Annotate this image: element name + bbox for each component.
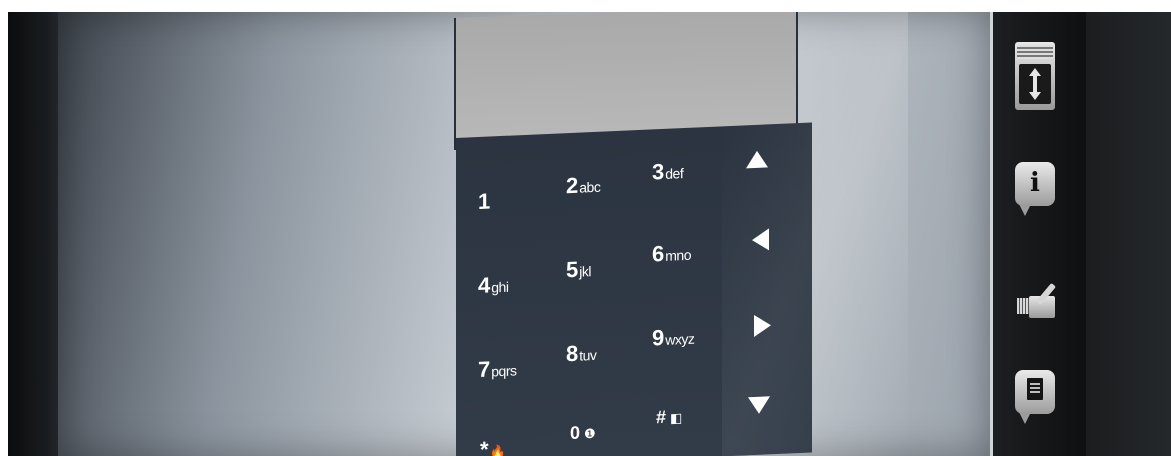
document-icon[interactable]: [1015, 370, 1055, 424]
key-2[interactable]: 2abc: [566, 172, 600, 199]
scroll-icon-inner: [1019, 64, 1051, 104]
arrow-left-button[interactable]: [752, 228, 769, 252]
key-8[interactable]: 8tuv: [566, 340, 596, 367]
key-0[interactable]: 0❶: [570, 422, 595, 444]
camera-lens: [1017, 298, 1029, 314]
right-sidebar: i: [990, 12, 1089, 456]
keypad: 1 2abc 3def 4ghi 5jkl 6mno 7pqrs 8tuv 9w…: [456, 122, 812, 456]
document-glyph: [1027, 378, 1043, 400]
key-4[interactable]: 4ghi: [478, 272, 508, 299]
arrow-down-button[interactable]: [748, 396, 770, 415]
arrow-up-button[interactable]: [746, 150, 768, 169]
key-1[interactable]: 1: [478, 188, 491, 215]
info-icon[interactable]: i: [1015, 162, 1055, 216]
key-3[interactable]: 3def: [652, 158, 683, 185]
scroll-icon[interactable]: [1015, 42, 1055, 110]
arrow-right-button[interactable]: [754, 314, 771, 337]
key-9[interactable]: 9wxyz: [652, 324, 694, 352]
key-star[interactable]: *🔥: [480, 436, 505, 456]
scroll-icon-stripes: [1017, 45, 1053, 59]
device-frame: 1 2abc 3def 4ghi 5jkl 6mno 7pqrs 8tuv 9w…: [8, 12, 1171, 456]
key-6[interactable]: 6mno: [652, 240, 691, 268]
key-7[interactable]: 7pqrs: [478, 355, 516, 383]
right-bezel: [1086, 12, 1171, 456]
screen: 1 2abc 3def 4ghi 5jkl 6mno 7pqrs 8tuv 9w…: [58, 12, 990, 456]
camera-icon[interactable]: [1013, 276, 1063, 326]
key-5[interactable]: 5jkl: [566, 256, 591, 283]
updown-arrow-icon: [1029, 68, 1041, 100]
key-hash[interactable]: # ◧: [656, 406, 682, 428]
